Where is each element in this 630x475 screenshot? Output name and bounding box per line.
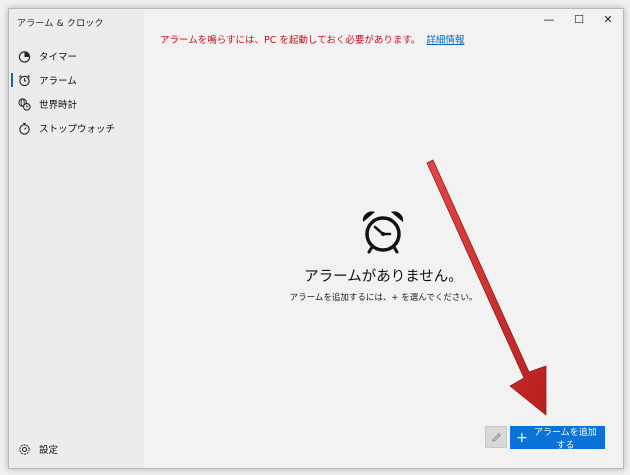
- sidebar-item-label: ストップウォッチ: [39, 124, 116, 135]
- add-alarm-label: アラームを追加する: [534, 427, 597, 451]
- stopwatch-icon: [17, 121, 31, 135]
- sidebar-item-label: 世界時計: [39, 100, 78, 111]
- sidebar: アラーム & クロック タイマー アラーム 世界時計 ストップウォッチ 設定: [9, 9, 144, 468]
- close-button[interactable]: ✕: [593, 9, 623, 29]
- notice-bar: アラームを鳴らすには、PC を起動しておく必要があります。 詳細情報: [160, 32, 464, 46]
- edit-button[interactable]: [485, 426, 507, 448]
- details-link[interactable]: 詳細情報: [426, 35, 464, 46]
- gear-icon: [17, 442, 31, 456]
- alarm-icon: [17, 73, 31, 87]
- maximize-button[interactable]: ☐: [564, 9, 594, 29]
- app-title: アラーム & クロック: [17, 19, 104, 29]
- settings-label: 設定: [39, 445, 59, 456]
- timer-icon: [17, 49, 31, 63]
- plus-icon: +: [516, 429, 528, 446]
- empty-state-subtitle: アラームを追加するには、+ を選んでください。: [289, 293, 478, 303]
- app-window: アラーム & クロック タイマー アラーム 世界時計 ストップウォッチ 設定 —…: [8, 8, 624, 469]
- alarm-clock-icon: [360, 209, 406, 255]
- empty-state-title: アラームがありません。: [304, 269, 463, 285]
- minimize-button[interactable]: —: [534, 9, 564, 29]
- sidebar-item-timer[interactable]: タイマー: [9, 44, 144, 68]
- add-alarm-button[interactable]: + アラームを追加する: [510, 426, 605, 451]
- settings-button[interactable]: 設定: [9, 437, 144, 461]
- notice-text: アラームを鳴らすには、PC を起動しておく必要があります。: [160, 35, 421, 46]
- main-content: — ☐ ✕ アラームを鳴らすには、PC を起動しておく必要があります。 詳細情報 …: [144, 9, 623, 468]
- sidebar-item-stopwatch[interactable]: ストップウォッチ: [9, 116, 144, 140]
- pencil-icon: [491, 428, 502, 447]
- sidebar-item-alarm[interactable]: アラーム: [9, 68, 144, 92]
- sidebar-item-label: アラーム: [39, 76, 77, 87]
- world-clock-icon: [17, 97, 31, 111]
- sidebar-item-label: タイマー: [39, 52, 78, 63]
- sidebar-item-world-clock[interactable]: 世界時計: [9, 92, 144, 116]
